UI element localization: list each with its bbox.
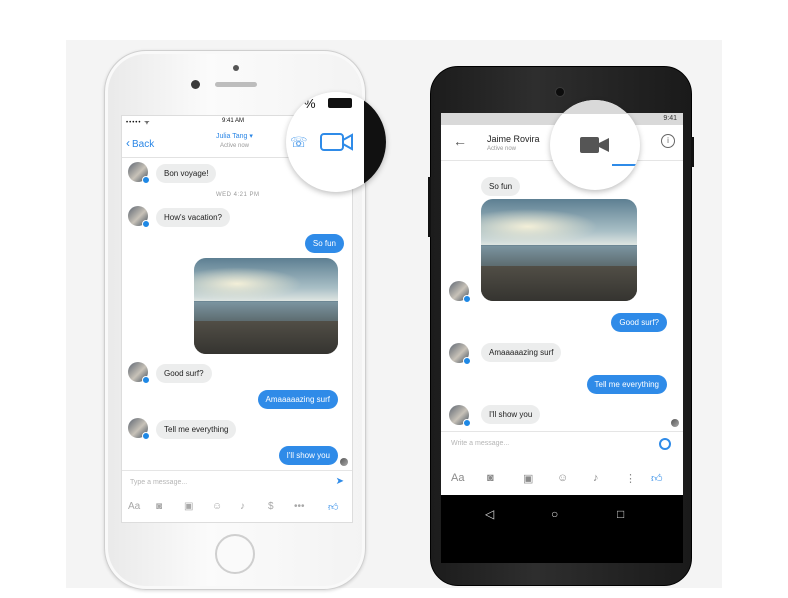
active-status: Active now — [220, 143, 250, 149]
date-divider: WED 4:21 PM — [216, 192, 260, 198]
emoji-icon[interactable]: ☺ — [212, 501, 222, 512]
composer-toolbar: Aa ◙ ▣ ☺ ♪ $ ••• 👍︎ — [122, 501, 352, 521]
info-icon[interactable]: i — [661, 134, 675, 148]
sensor-dot — [233, 65, 239, 71]
status-time: 9:41 — [663, 115, 677, 122]
message-bubble-incoming[interactable]: Bon voyage! — [156, 164, 217, 183]
avatar[interactable] — [449, 343, 471, 365]
payment-icon[interactable]: $ — [268, 501, 274, 512]
messenger-badge-icon — [142, 220, 150, 228]
android-messenger-screen: 9:41 ← Jaime Rovira Active now i So fun … — [441, 113, 683, 563]
battery-percent: % — [304, 96, 316, 111]
conversation-title[interactable]: Julia Tang ▾ — [216, 132, 253, 140]
avatar[interactable] — [449, 281, 471, 303]
message-bubble-outgoing[interactable]: So fun — [304, 234, 344, 253]
battery-icon — [328, 98, 352, 108]
avatar[interactable] — [128, 162, 150, 184]
avatar[interactable] — [128, 206, 150, 228]
text-format-icon[interactable]: Aa — [451, 472, 464, 484]
message-bubble-outgoing[interactable]: Amaaaaazing surf — [257, 390, 338, 409]
messenger-badge-icon — [463, 419, 471, 427]
front-camera — [191, 80, 200, 89]
messenger-badge-icon — [463, 295, 471, 303]
recents-square-icon[interactable]: □ — [617, 507, 624, 521]
like-icon[interactable]: 👍︎ — [328, 501, 338, 513]
home-button[interactable] — [215, 534, 255, 574]
video-camera-icon[interactable] — [320, 132, 354, 152]
message-bubble-incoming[interactable]: Tell me everything — [156, 420, 237, 439]
messenger-badge-icon — [142, 432, 150, 440]
send-icon[interactable]: ➤ — [336, 476, 344, 487]
message-bubble-incoming[interactable]: So fun — [481, 177, 521, 196]
message-bubble-incoming[interactable]: I'll show you — [481, 405, 541, 424]
phone-edge — [364, 92, 386, 192]
message-bubble-outgoing[interactable]: I'll show you — [278, 446, 338, 465]
more-icon[interactable]: ⋮ — [625, 472, 636, 485]
avatar[interactable] — [128, 362, 150, 384]
message-bubble-outgoing[interactable]: Tell me everything — [586, 375, 667, 394]
video-call-magnifier: % ☏ — [286, 92, 386, 192]
camera-icon[interactable]: ◙ — [156, 501, 162, 512]
location-icon[interactable] — [659, 438, 671, 450]
microphone-icon[interactable]: ♪ — [593, 472, 599, 484]
earpiece — [215, 82, 257, 87]
front-camera — [555, 87, 565, 97]
seen-avatar — [671, 419, 679, 427]
text-format-icon[interactable]: Aa — [128, 501, 140, 512]
gallery-icon[interactable]: ▣ — [523, 472, 533, 485]
video-call-magnifier — [550, 100, 640, 190]
avatar[interactable] — [449, 405, 471, 427]
message-input[interactable]: Write a message... — [451, 440, 509, 447]
gallery-icon[interactable]: ▣ — [184, 501, 193, 512]
more-icon[interactable]: ••• — [294, 501, 305, 512]
messenger-badge-icon — [142, 376, 150, 384]
message-bubble-outgoing[interactable]: Good surf? — [611, 313, 667, 332]
message-bubble-incoming[interactable]: How's vacation? — [156, 208, 230, 227]
message-bubble-incoming[interactable]: Amaaaaazing surf — [481, 343, 562, 362]
back-triangle-icon[interactable]: ◁ — [485, 507, 494, 521]
android-nav-bar: ◁ ○ □ — [441, 495, 683, 563]
active-status: Active now — [487, 146, 517, 152]
signal-indicator: ••••• ᯤ — [126, 120, 151, 126]
messenger-badge-icon — [463, 357, 471, 365]
shared-photo[interactable] — [194, 258, 338, 354]
avatar[interactable] — [128, 418, 150, 440]
arrow-back-icon[interactable]: ← — [453, 133, 467, 149]
message-input[interactable]: Type a message... — [130, 479, 187, 486]
home-circle-icon[interactable]: ○ — [551, 507, 558, 521]
seen-avatar — [340, 458, 348, 466]
compose-area: Type a message... ➤ Aa ◙ ▣ ☺ ♪ $ ••• 👍︎ — [122, 470, 352, 522]
like-icon[interactable]: 👍︎ — [651, 472, 663, 485]
conversation-title[interactable]: Jaime Rovira — [487, 134, 540, 144]
microphone-icon[interactable]: ♪ — [240, 501, 245, 512]
message-bubble-incoming[interactable]: Good surf? — [156, 364, 212, 383]
phone-call-icon[interactable]: ☏ — [290, 134, 308, 151]
shared-photo[interactable] — [481, 199, 637, 301]
back-label: Back — [132, 139, 155, 150]
marketing-image: ••••• ᯤ 9:41 AM ‹ Back Julia Tang ▾ Activ… — [0, 0, 788, 598]
video-camera-icon[interactable] — [580, 136, 610, 154]
messenger-badge-icon — [142, 176, 150, 184]
status-time: 9:41 AM — [222, 118, 245, 124]
camera-icon[interactable]: ◙ — [487, 472, 494, 484]
back-button[interactable]: ‹ Back — [126, 136, 154, 150]
emoji-icon[interactable]: ☺ — [557, 472, 568, 484]
compose-area: Write a message... Aa ◙ ▣ ☺ ♪ ⋮ 👍︎ — [441, 431, 683, 495]
chevron-left-icon: ‹ — [126, 136, 130, 150]
